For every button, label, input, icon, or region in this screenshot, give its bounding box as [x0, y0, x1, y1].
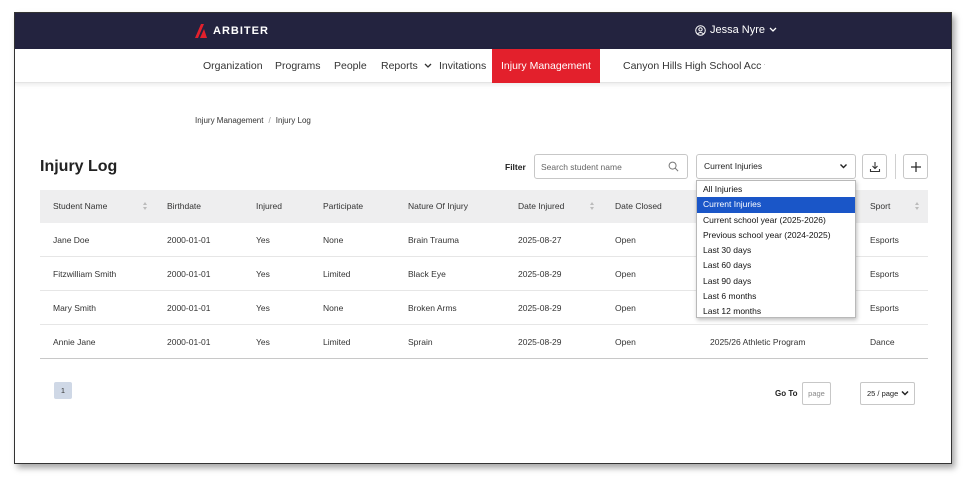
sort-icon[interactable] [142, 200, 148, 212]
brand-name: ARBITER [213, 25, 269, 37]
nav-item-invitations[interactable]: Invitations [439, 49, 486, 83]
column-header-date-injured[interactable]: Date Injured [518, 190, 564, 223]
user-menu[interactable]: Jessa Nyre [695, 24, 777, 36]
plus-icon [910, 161, 921, 172]
injury-filter-dropdown: All Injuries Current Injuries Current sc… [696, 180, 856, 318]
cell-nature-of-injury: Broken Arms [408, 303, 457, 313]
dropdown-option-previous-school-year[interactable]: Previous school year (2024-2025) [697, 228, 855, 243]
breadcrumb: Injury Management / Injury Log [195, 116, 311, 125]
download-button[interactable] [862, 154, 887, 179]
table-row[interactable]: Annie Jane 2000-01-01 Yes Limited Sprain… [40, 325, 928, 359]
nav-item-programs[interactable]: Programs [275, 49, 321, 83]
cell-date-closed: Open [615, 303, 636, 313]
goto-page-input[interactable] [802, 382, 831, 405]
nav-item-organization[interactable]: Organization [203, 49, 263, 83]
app-window: ARBITER Jessa Nyre Organization Programs… [14, 12, 952, 464]
dropdown-option-all-injuries[interactable]: All Injuries [697, 182, 855, 197]
dropdown-option-current-injuries[interactable]: Current Injuries [697, 197, 855, 213]
cell-injured: Yes [256, 303, 270, 313]
chevron-down-icon [769, 27, 777, 32]
search-icon[interactable] [668, 161, 679, 172]
column-header-sport[interactable]: Sport [870, 190, 890, 223]
breadcrumb-injury-management[interactable]: Injury Management [195, 116, 263, 125]
cell-date-closed: Open [615, 235, 636, 245]
injury-filter-select[interactable]: Current Injuries [696, 154, 856, 179]
breadcrumb-separator: / [268, 116, 271, 125]
cell-sport: Esports [870, 303, 899, 313]
cell-participate: None [323, 235, 344, 245]
column-header-birthdate[interactable]: Birthdate [167, 190, 201, 223]
user-circle-icon [695, 24, 706, 36]
main-nav: Organization Programs People Reports Inv… [15, 49, 951, 83]
arbiter-logo-icon [195, 24, 207, 38]
nav-item-school-account[interactable]: Canyon Hills High School Acc [623, 49, 765, 83]
nav-item-people[interactable]: People [334, 49, 367, 83]
cell-birthdate: 2000-01-01 [167, 303, 211, 313]
cell-date-closed: Open [615, 337, 636, 347]
cell-program: 2025/26 Athletic Program [710, 337, 806, 347]
filter-label: Filter [505, 162, 526, 172]
breadcrumb-injury-log: Injury Log [275, 116, 311, 125]
dropdown-option-last-60-days[interactable]: Last 60 days [697, 258, 855, 273]
cell-date-injured: 2025-08-27 [518, 235, 562, 245]
download-icon [869, 161, 880, 172]
add-injury-button[interactable] [903, 154, 928, 179]
page-title: Injury Log [40, 158, 118, 175]
cell-birthdate: 2000-01-01 [167, 235, 211, 245]
nav-item-reports-label: Reports [381, 60, 418, 72]
user-name: Jessa Nyre [710, 24, 766, 36]
cell-nature-of-injury: Brain Trauma [408, 235, 460, 245]
nav-item-reports[interactable]: Reports [381, 49, 432, 83]
school-account-label: Canyon Hills High School Acc [623, 60, 762, 72]
dropdown-option-current-school-year[interactable]: Current school year (2025-2026) [697, 213, 855, 228]
cell-sport: Esports [870, 235, 899, 245]
search-box [534, 154, 688, 179]
search-input[interactable] [541, 155, 661, 178]
nav-item-injury-management[interactable]: Injury Management [492, 49, 600, 83]
cell-injured: Yes [256, 337, 270, 347]
column-header-date-closed[interactable]: Date Closed [615, 190, 662, 223]
cell-student-name: Mary Smith [53, 303, 96, 313]
cell-birthdate: 2000-01-01 [167, 269, 211, 279]
cell-sport: Dance [870, 337, 895, 347]
chevron-down-icon [424, 63, 432, 68]
cell-date-injured: 2025-08-29 [518, 269, 562, 279]
column-header-student-name[interactable]: Student Name [53, 190, 107, 223]
dropdown-option-last-6-months[interactable]: Last 6 months [697, 289, 855, 304]
cell-participate: Limited [323, 269, 351, 279]
cell-birthdate: 2000-01-01 [167, 337, 211, 347]
brand-logo[interactable]: ARBITER [195, 24, 269, 38]
dropdown-option-last-30-days[interactable]: Last 30 days [697, 243, 855, 258]
per-page-select[interactable]: 25 / page [860, 382, 915, 405]
chevron-down-icon [840, 164, 847, 169]
cell-participate: Limited [323, 337, 351, 347]
column-header-nature-of-injury[interactable]: Nature Of Injury [408, 190, 468, 223]
cell-nature-of-injury: Sprain [408, 337, 433, 347]
per-page-value: 25 / page [867, 389, 899, 398]
dropdown-option-last-90-days[interactable]: Last 90 days [697, 274, 855, 289]
cell-student-name: Annie Jane [53, 337, 96, 347]
cell-date-closed: Open [615, 269, 636, 279]
cell-participate: None [323, 303, 344, 313]
cell-injured: Yes [256, 235, 270, 245]
chevron-down-icon [764, 64, 765, 65]
cell-nature-of-injury: Black Eye [408, 269, 446, 279]
toolbar-divider [895, 154, 896, 179]
cell-date-injured: 2025-08-29 [518, 337, 562, 347]
cell-sport: Esports [870, 269, 899, 279]
pagination-page-1[interactable]: 1 [54, 382, 72, 399]
dropdown-option-last-12-months[interactable]: Last 12 months [697, 304, 855, 319]
column-header-participate[interactable]: Participate [323, 190, 363, 223]
goto-label: Go To [775, 389, 798, 398]
cell-student-name: Jane Doe [53, 235, 90, 245]
injury-filter-value: Current Injuries [704, 161, 763, 171]
top-bar: ARBITER Jessa Nyre [15, 13, 951, 49]
chevron-down-icon [901, 390, 909, 396]
cell-date-injured: 2025-08-29 [518, 303, 562, 313]
sort-icon[interactable] [589, 200, 595, 212]
cell-injured: Yes [256, 269, 270, 279]
column-header-injured[interactable]: Injured [256, 190, 282, 223]
cell-student-name: Fitzwilliam Smith [53, 269, 117, 279]
sort-icon[interactable] [914, 200, 920, 212]
